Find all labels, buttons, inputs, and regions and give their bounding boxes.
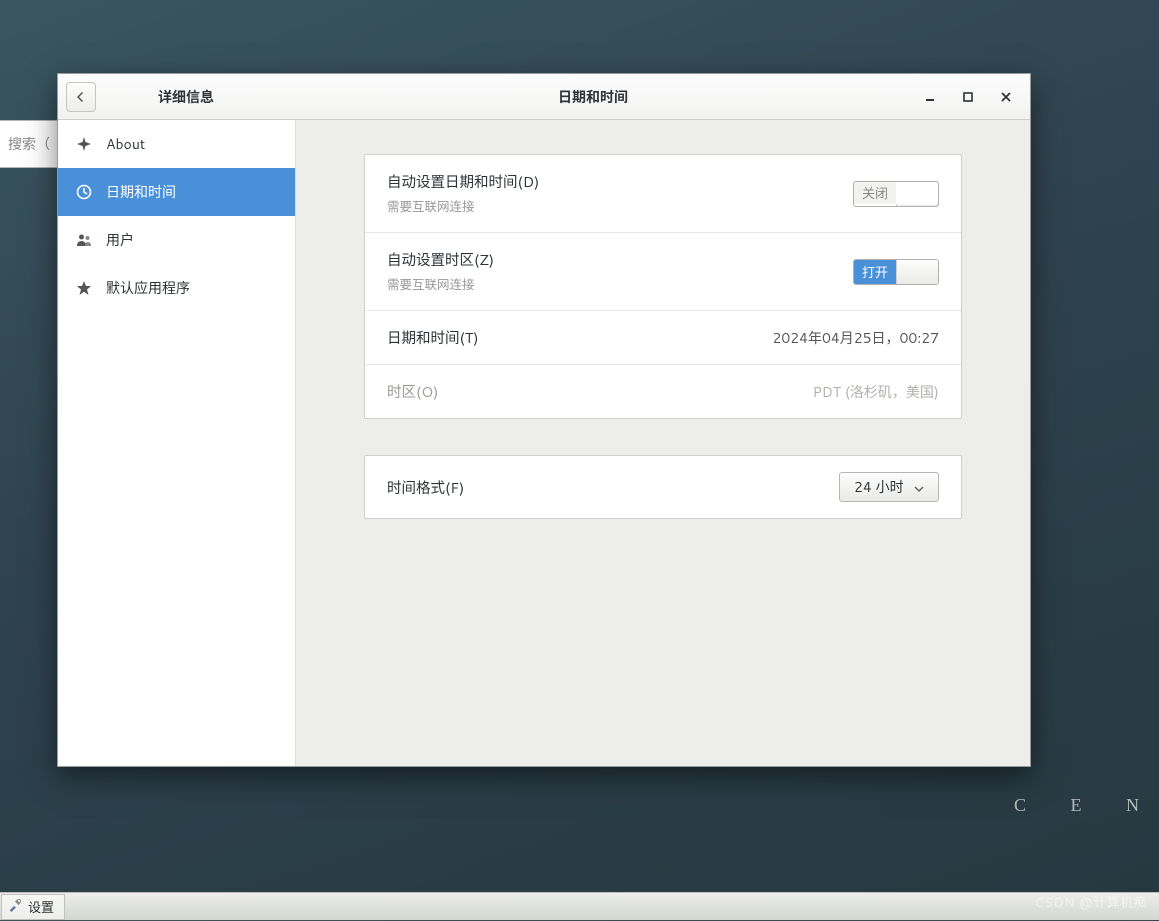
toggle-on-label: 打开: [854, 260, 896, 284]
toggle-knob: [896, 260, 938, 284]
toggle-off-label: 关闭: [854, 182, 896, 204]
auto-datetime-subtitle: 需要互联网连接: [387, 196, 853, 216]
close-button[interactable]: [998, 89, 1014, 105]
background-window-fragment: 搜索（: [0, 120, 58, 168]
row-auto-datetime: 自动设置日期和时间(D) 需要互联网连接 关闭: [365, 155, 961, 233]
row-auto-timezone: 自动设置时区(Z) 需要互联网连接 打开: [365, 233, 961, 311]
row-datetime[interactable]: 日期和时间(T) 2024年04月25日，00:27: [365, 311, 961, 365]
titlebar: 详细信息 日期和时间: [58, 74, 1030, 120]
auto-timezone-subtitle: 需要互联网连接: [387, 274, 853, 294]
toggle-knob: [896, 204, 938, 206]
minimize-button[interactable]: [922, 89, 938, 105]
sidebar-item-datetime[interactable]: 日期和时间: [58, 168, 295, 216]
search-label: 搜索（: [8, 134, 50, 154]
back-button[interactable]: [66, 82, 96, 112]
sidebar-title: 详细信息: [106, 87, 296, 107]
row-time-format: 时间格式(F) 24 小时: [365, 456, 961, 518]
format-group: 时间格式(F) 24 小时: [364, 455, 962, 519]
time-format-value: 24 小时: [854, 477, 904, 497]
page-title: 日期和时间: [296, 87, 890, 107]
sidebar-item-label: 默认应用程序: [106, 278, 190, 298]
time-format-title: 时间格式(F): [387, 477, 839, 498]
timezone-title: 时区(O): [387, 381, 813, 402]
auto-datetime-title: 自动设置日期和时间(D): [387, 171, 853, 192]
sidebar-item-about[interactable]: About: [58, 120, 295, 168]
star-icon: [76, 280, 92, 296]
time-format-select[interactable]: 24 小时: [839, 472, 939, 502]
content-panel: 自动设置日期和时间(D) 需要互联网连接 关闭 自动设置时区(Z) 需要互联网连…: [296, 120, 1030, 766]
auto-timezone-title: 自动设置时区(Z): [387, 249, 853, 270]
distro-brand-partial: C E N: [1014, 795, 1159, 816]
chevron-left-icon: [75, 91, 87, 103]
sidebar-item-users[interactable]: 用户: [58, 216, 295, 264]
taskbar: 设置: [0, 892, 1159, 920]
maximize-button[interactable]: [960, 89, 976, 105]
watermark: CSDN @计算机痴: [1035, 892, 1147, 912]
datetime-value: 2024年04月25日，00:27: [772, 328, 939, 348]
sidebar: About 日期和时间 用户 默认应用程序: [58, 120, 296, 766]
datetime-group: 自动设置日期和时间(D) 需要互联网连接 关闭 自动设置时区(Z) 需要互联网连…: [364, 154, 962, 419]
timezone-value: PDT (洛杉矶，美国): [813, 382, 939, 402]
datetime-title: 日期和时间(T): [387, 327, 772, 348]
taskbar-item-label: 设置: [28, 897, 54, 917]
users-icon: [76, 232, 92, 248]
sidebar-item-default-apps[interactable]: 默认应用程序: [58, 264, 295, 312]
clock-icon: [76, 184, 92, 200]
settings-window: 详细信息 日期和时间 About: [57, 73, 1031, 767]
taskbar-item-settings[interactable]: 设置: [1, 894, 65, 920]
sidebar-item-label: 日期和时间: [106, 182, 176, 202]
sparkle-icon: [76, 136, 92, 152]
close-icon: [1001, 92, 1011, 102]
sidebar-item-label: 用户: [106, 230, 134, 250]
row-timezone: 时区(O) PDT (洛杉矶，美国): [365, 365, 961, 418]
maximize-icon: [963, 92, 973, 102]
minimize-icon: [925, 92, 935, 102]
chevron-down-icon: [914, 477, 924, 497]
auto-timezone-toggle[interactable]: 打开: [853, 259, 939, 285]
sidebar-item-label: About: [106, 134, 145, 154]
tools-icon: [8, 898, 22, 917]
auto-datetime-toggle[interactable]: 关闭: [853, 181, 939, 207]
